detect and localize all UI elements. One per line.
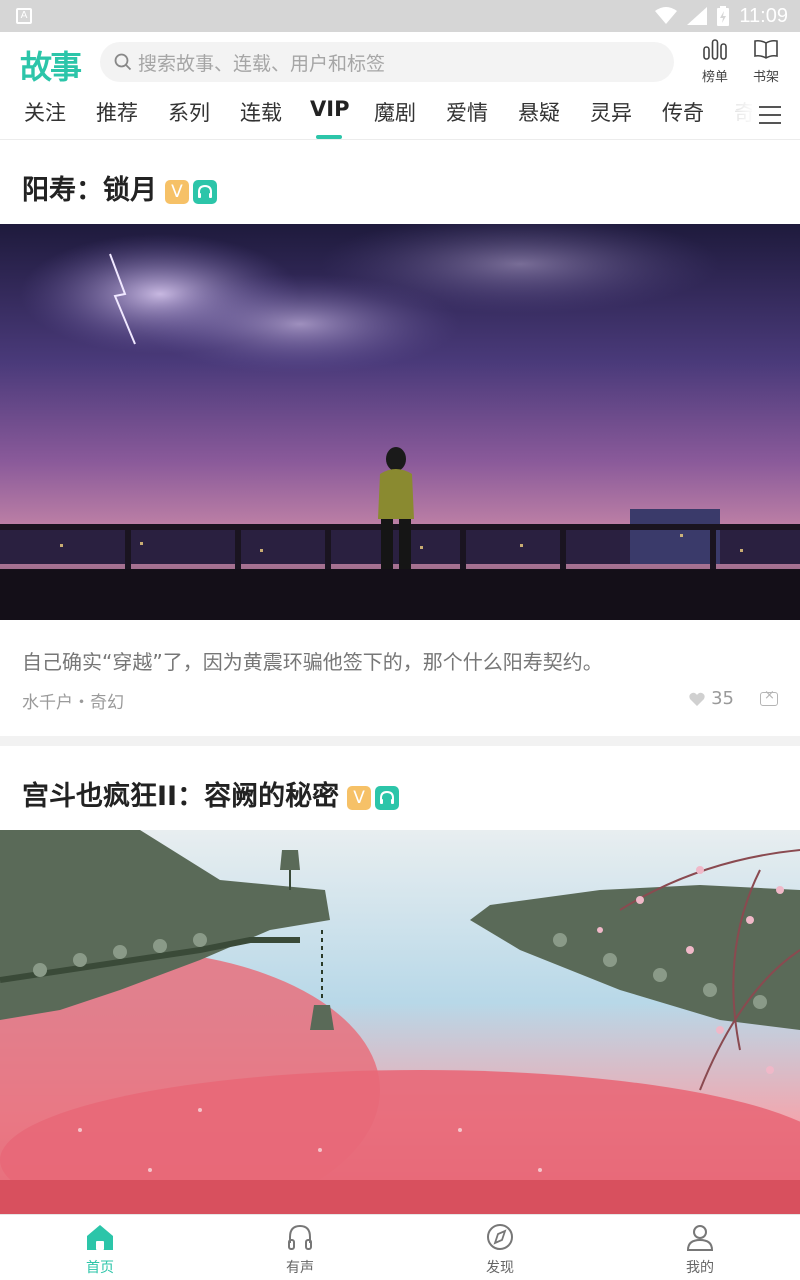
nav-me-label: 我的 bbox=[686, 1260, 714, 1276]
tab-legend[interactable]: 传奇 bbox=[662, 97, 704, 127]
nav-discover[interactable]: 发现 bbox=[460, 1223, 540, 1277]
like-count: 35 bbox=[711, 688, 734, 709]
book-open-icon bbox=[754, 39, 778, 59]
bookshelf-label: 书架 bbox=[752, 70, 779, 85]
menu-icon[interactable] bbox=[752, 102, 788, 124]
nav-audio[interactable]: 有声 bbox=[260, 1223, 340, 1277]
nav-audio-label: 有声 bbox=[286, 1260, 314, 1276]
tab-romance[interactable]: 爱情 bbox=[446, 97, 488, 127]
audio-badge bbox=[375, 785, 400, 810]
user-icon bbox=[686, 1225, 714, 1251]
search-icon bbox=[114, 53, 132, 71]
tab-serial[interactable]: 连载 bbox=[240, 97, 282, 127]
tab-fade bbox=[716, 92, 756, 138]
cover-image[interactable] bbox=[0, 830, 800, 1214]
vip-badge: V bbox=[347, 785, 372, 810]
headphones-icon bbox=[380, 790, 395, 804]
tab-supernatural[interactable]: 灵异 bbox=[590, 97, 632, 127]
tab-suspense[interactable]: 悬疑 bbox=[518, 97, 560, 127]
clock: 11:09 bbox=[739, 4, 788, 27]
home-icon bbox=[87, 1225, 113, 1250]
story-card[interactable]: 阳寿：锁月 V 自己确实“穿越”了，因为黄震环骗他签下的，那个什么阳寿契约。 水… bbox=[0, 140, 800, 736]
notification-icon: A bbox=[16, 8, 32, 24]
story-description: 自己确实“穿越”了，因为黄震环骗他签下的，那个什么阳寿契约。 bbox=[22, 650, 603, 674]
tab-recommend[interactable]: 推荐 bbox=[96, 97, 138, 127]
cover-image[interactable] bbox=[0, 224, 800, 620]
nav-home-label: 首页 bbox=[86, 1260, 114, 1276]
wifi-icon bbox=[655, 7, 678, 24]
chart-bars-icon bbox=[703, 39, 727, 60]
nav-me[interactable]: 我的 bbox=[660, 1223, 740, 1277]
heart-icon bbox=[689, 692, 705, 706]
status-icons: 11:09 bbox=[655, 3, 788, 29]
story-title-text: 宫斗也疯狂II：容阙的秘密 bbox=[22, 781, 340, 812]
like-button[interactable]: 35 bbox=[689, 688, 734, 709]
tab-series[interactable]: 系列 bbox=[168, 97, 210, 127]
audio-badge bbox=[193, 179, 217, 204]
nav-home[interactable]: 首页 bbox=[60, 1223, 140, 1277]
story-title[interactable]: 阳寿：锁月 V bbox=[22, 168, 217, 207]
bookshelf-button[interactable]: 书架 bbox=[741, 38, 791, 85]
compass-icon bbox=[487, 1224, 513, 1250]
vip-badge: V bbox=[165, 179, 189, 204]
story-title-text: 阳寿：锁月 bbox=[22, 175, 157, 206]
tab-follow[interactable]: 关注 bbox=[24, 97, 66, 127]
story-card[interactable]: 宫斗也疯狂II：容阙的秘密 V bbox=[0, 746, 800, 1214]
bottom-navigation: 首页 有声 发现 我的 bbox=[0, 1214, 800, 1280]
signal-icon bbox=[687, 7, 708, 25]
palace-blossom-image bbox=[0, 830, 800, 1214]
battery-icon bbox=[717, 6, 730, 26]
app-header: 故事 搜索故事、连载、用户和标签 榜单 书架 bbox=[0, 32, 800, 92]
category-tabs: 关注 推荐 系列 连载 VIP 魔剧 爱情 悬疑 灵异 传奇 奇 bbox=[0, 92, 800, 140]
ranking-button[interactable]: 榜单 bbox=[690, 38, 740, 85]
app-logo: 故事 bbox=[20, 48, 82, 86]
status-bar: A 11:09 bbox=[0, 0, 800, 32]
headphones-icon bbox=[288, 1224, 312, 1250]
active-tab-indicator bbox=[316, 135, 342, 139]
dismiss-icon[interactable] bbox=[760, 688, 778, 706]
headphones-icon bbox=[198, 184, 212, 198]
story-meta: 水千户・奇幻 bbox=[22, 693, 124, 713]
story-title[interactable]: 宫斗也疯狂II：容阙的秘密 V bbox=[22, 774, 400, 813]
ranking-label: 榜单 bbox=[701, 70, 728, 85]
tab-vip[interactable]: VIP bbox=[310, 97, 349, 121]
search-placeholder: 搜索故事、连载、用户和标签 bbox=[138, 52, 386, 75]
tab-drama[interactable]: 魔剧 bbox=[374, 97, 416, 127]
night-rooftop-image bbox=[0, 224, 800, 620]
nav-discover-label: 发现 bbox=[486, 1260, 514, 1276]
search-input[interactable]: 搜索故事、连载、用户和标签 bbox=[100, 42, 674, 82]
